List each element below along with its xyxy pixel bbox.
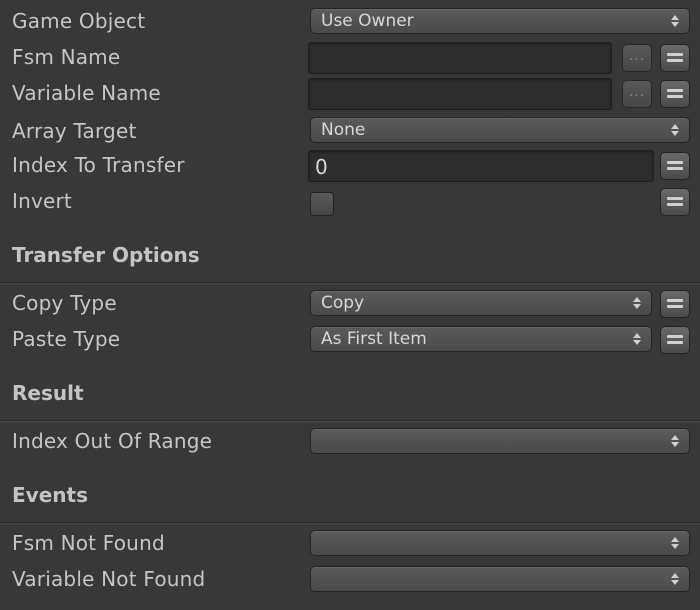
variable-name-label: Variable Name	[12, 81, 161, 105]
variable-not-found-label: Variable Not Found	[12, 567, 206, 591]
events-header: Events	[12, 483, 88, 507]
fsm-name-field[interactable]	[308, 42, 612, 74]
section-divider-highlight	[0, 523, 700, 524]
copy-type-label: Copy Type	[12, 291, 117, 315]
transfer-options-header: Transfer Options	[12, 243, 200, 267]
copy-type-dropdown[interactable]: Copy	[310, 290, 652, 316]
variable-name-browse-button[interactable]: ...	[622, 80, 652, 108]
variable-name-variable-toggle-button[interactable]	[660, 80, 690, 108]
game-object-label: Game Object	[12, 9, 146, 33]
updown-arrows-icon	[633, 330, 641, 348]
array-target-value: None	[321, 120, 366, 140]
updown-arrows-icon	[671, 121, 679, 139]
equals-icon	[667, 53, 683, 62]
result-header: Result	[12, 381, 84, 405]
paste-type-variable-toggle-button[interactable]	[660, 326, 690, 354]
game-object-dropdown[interactable]: Use Owner	[310, 8, 690, 34]
index-out-of-range-label: Index Out Of Range	[12, 429, 213, 453]
ellipsis-icon: ...	[628, 84, 646, 100]
section-divider-highlight	[0, 283, 700, 284]
paste-type-value: As First Item	[321, 329, 427, 349]
equals-icon	[667, 299, 683, 308]
fsm-name-label: Fsm Name	[12, 45, 121, 69]
invert-variable-toggle-button[interactable]	[660, 188, 690, 216]
index-out-of-range-dropdown[interactable]	[310, 428, 690, 454]
paste-type-label: Paste Type	[12, 327, 121, 351]
array-target-dropdown[interactable]: None	[310, 117, 690, 143]
game-object-value: Use Owner	[321, 11, 414, 31]
copy-type-variable-toggle-button[interactable]	[660, 290, 690, 318]
ellipsis-icon: ...	[628, 48, 646, 64]
fsm-not-found-dropdown[interactable]	[310, 530, 690, 556]
invert-label: Invert	[12, 189, 72, 213]
variable-name-field[interactable]	[308, 78, 612, 110]
updown-arrows-icon	[633, 294, 641, 312]
array-target-label: Array Target	[12, 119, 137, 143]
paste-type-dropdown[interactable]: As First Item	[310, 326, 652, 352]
index-to-transfer-field[interactable]: 0	[308, 150, 654, 182]
index-to-transfer-value: 0	[315, 155, 328, 179]
copy-type-value: Copy	[321, 293, 365, 313]
index-to-transfer-label: Index To Transfer	[12, 153, 185, 177]
updown-arrows-icon	[671, 534, 679, 552]
index-to-transfer-variable-toggle-button[interactable]	[660, 152, 690, 180]
updown-arrows-icon	[671, 432, 679, 450]
updown-arrows-icon	[671, 12, 679, 30]
section-divider-highlight	[0, 421, 700, 422]
variable-not-found-dropdown[interactable]	[310, 566, 690, 592]
invert-checkbox[interactable]	[310, 192, 334, 216]
updown-arrows-icon	[671, 570, 679, 588]
equals-icon	[667, 197, 683, 206]
equals-icon	[667, 335, 683, 344]
fsm-name-variable-toggle-button[interactable]	[660, 44, 690, 72]
fsm-name-browse-button[interactable]: ...	[622, 44, 652, 72]
fsm-not-found-label: Fsm Not Found	[12, 531, 165, 555]
equals-icon	[667, 89, 683, 98]
equals-icon	[667, 161, 683, 170]
